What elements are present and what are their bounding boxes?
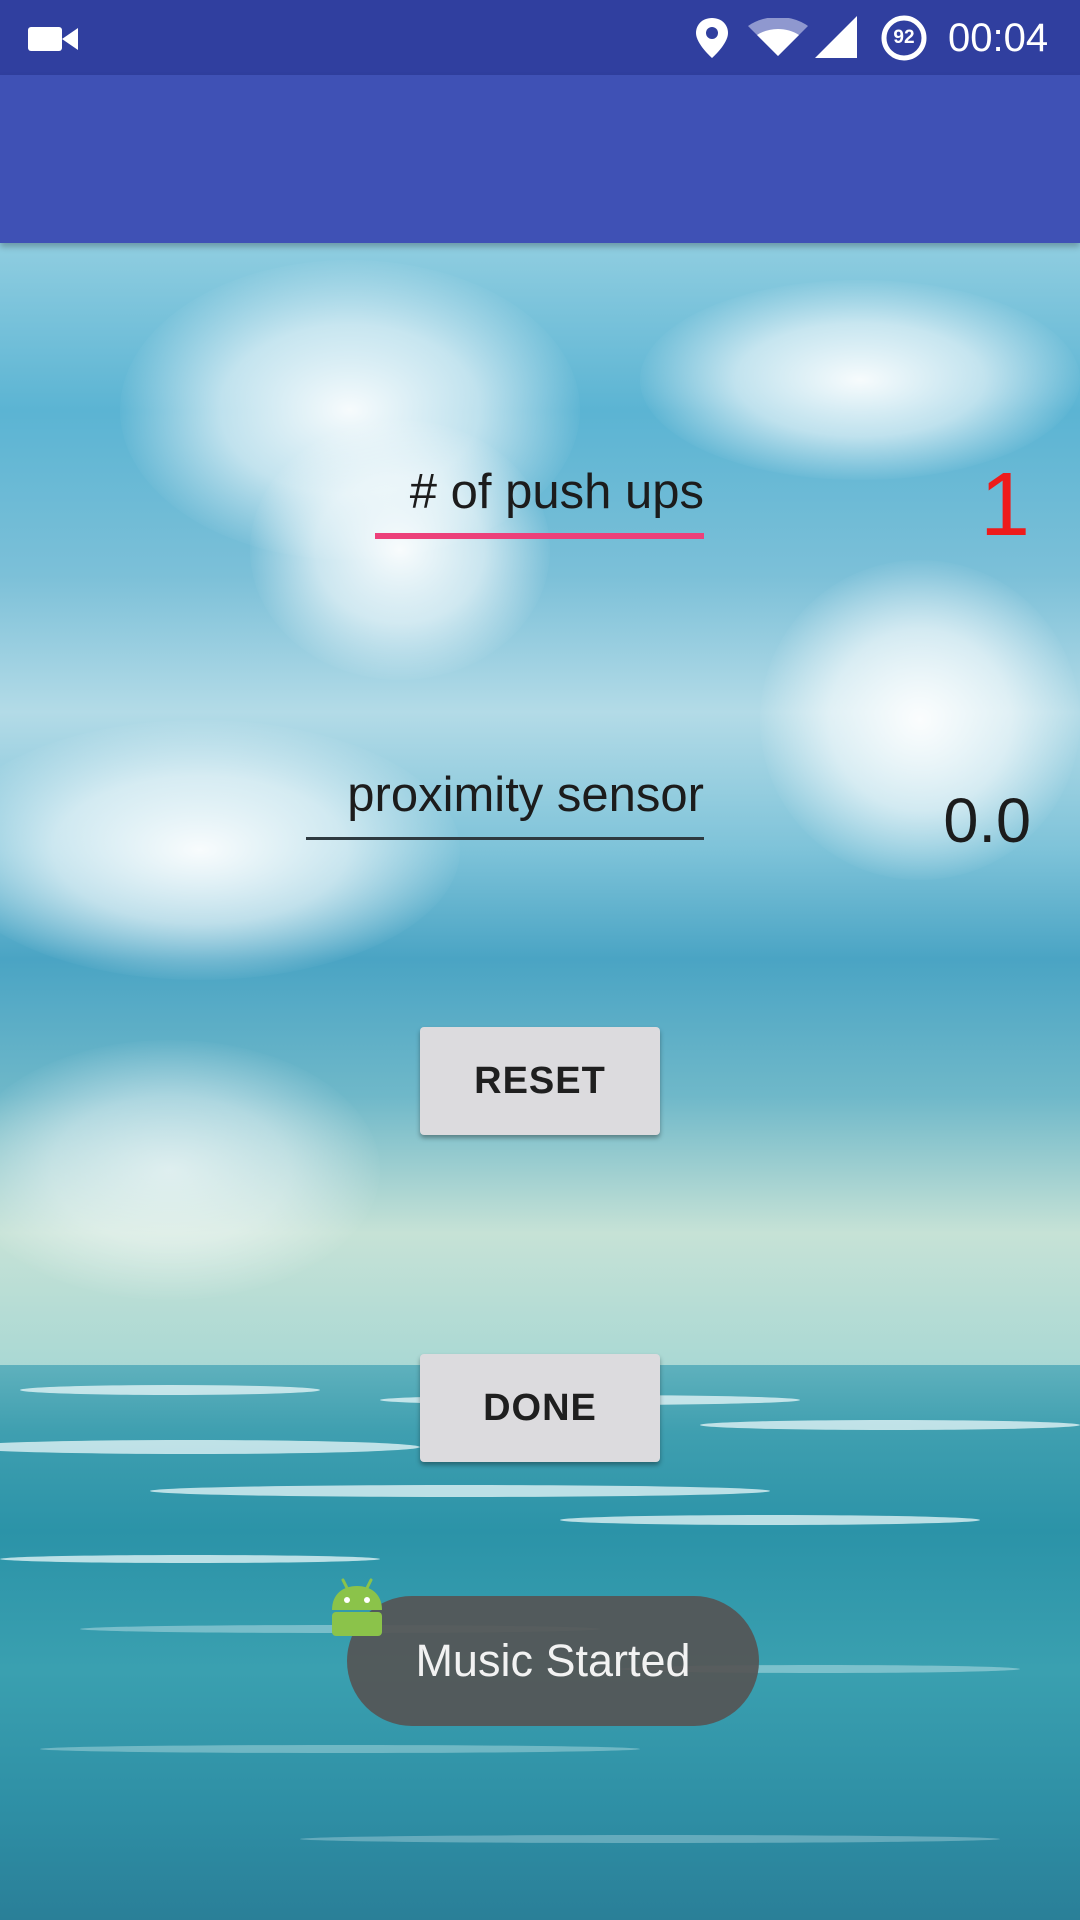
wave <box>700 1420 1080 1430</box>
reset-button[interactable]: RESET <box>420 1027 660 1135</box>
app-bar <box>0 75 1080 243</box>
battery-level: 92 <box>893 27 915 48</box>
toast-message: Music Started <box>347 1596 759 1726</box>
wave <box>150 1485 770 1497</box>
proximity-field-underline <box>306 837 704 840</box>
android-icon <box>332 1578 382 1636</box>
signal-icon <box>815 16 857 58</box>
proximity-value: 0.0 <box>943 786 1031 856</box>
proximity-field[interactable]: proximity sensor <box>300 767 704 823</box>
cloud <box>640 280 1080 480</box>
wave <box>0 1440 420 1454</box>
wave <box>300 1835 1000 1843</box>
done-button[interactable]: DONE <box>420 1354 660 1462</box>
pushups-field-underline <box>375 533 704 539</box>
wave <box>40 1745 640 1753</box>
wave <box>560 1515 980 1525</box>
pushups-count: 1 <box>979 455 1030 555</box>
wave <box>0 1555 380 1563</box>
video-icon <box>28 27 78 51</box>
cloud <box>250 420 550 680</box>
clock: 00:04 <box>948 16 1049 60</box>
status-bar: 92 00:04 <box>0 0 1080 75</box>
location-icon <box>696 18 728 58</box>
pushups-field[interactable]: # of push ups <box>300 464 704 520</box>
wave <box>20 1385 320 1395</box>
cloud <box>760 560 1080 880</box>
wifi-icon <box>748 18 808 56</box>
